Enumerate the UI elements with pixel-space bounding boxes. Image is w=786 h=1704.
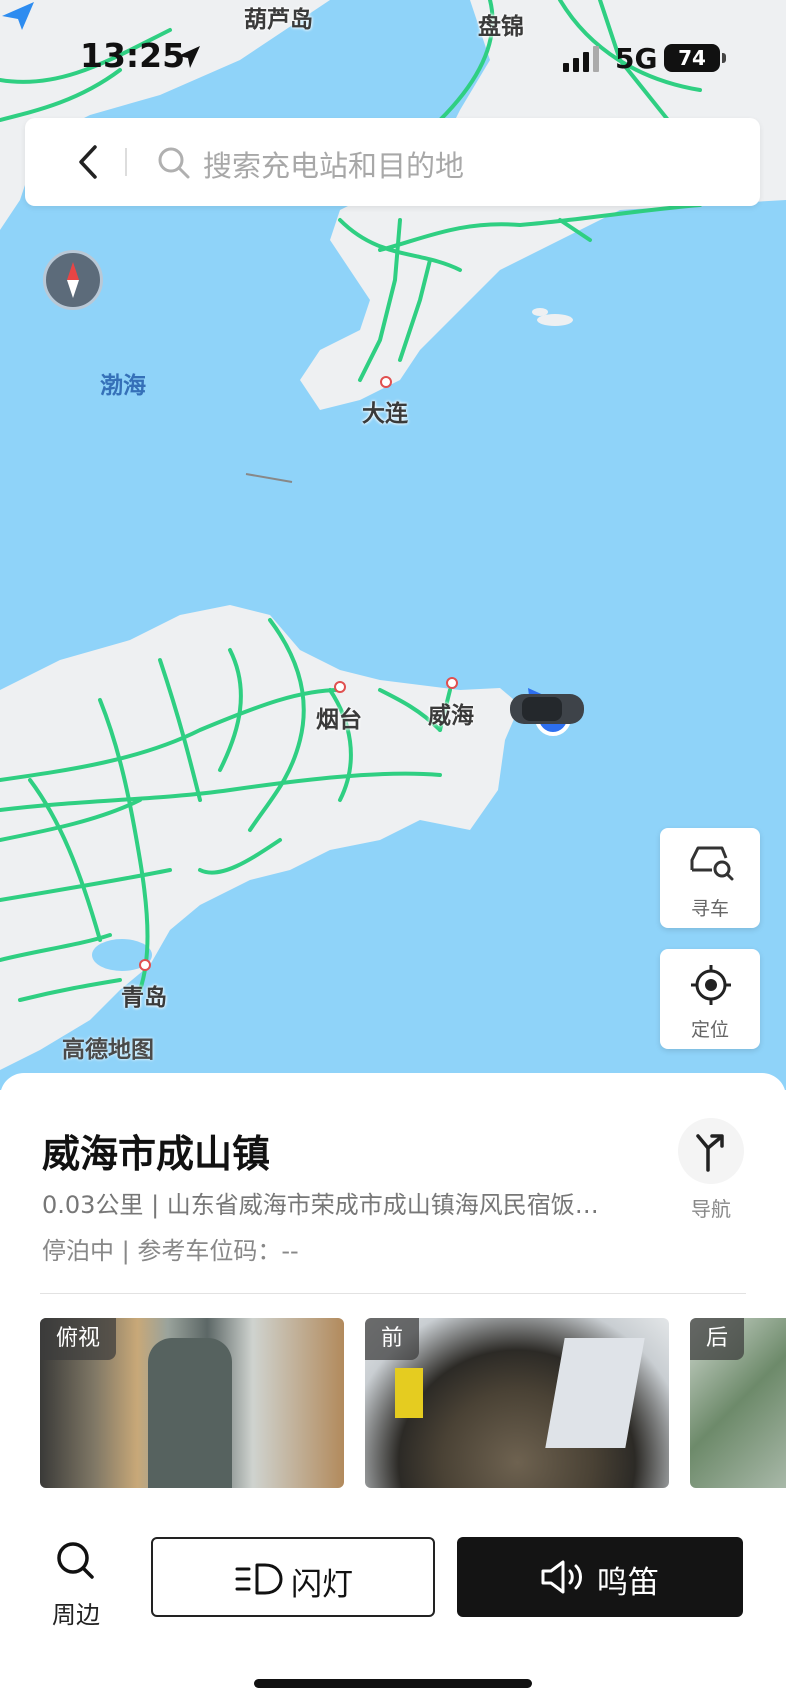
home-indicator[interactable] — [254, 1679, 532, 1688]
search-bar: 搜索充电站和目的地 — [25, 118, 760, 206]
person-image — [545, 1338, 645, 1448]
search-icon — [158, 147, 190, 179]
compass-button[interactable] — [43, 250, 103, 310]
navigate-label: 导航 — [691, 1197, 731, 1221]
find-car-button[interactable]: 寻车 — [660, 828, 760, 928]
camera-label-rear: 后 — [690, 1318, 745, 1360]
camera-thumb-top-view[interactable]: 俯视 — [40, 1318, 344, 1488]
find-car-label: 寻车 — [690, 898, 729, 920]
map-label-weihai: 威海 — [428, 703, 474, 729]
flash-lights-label: 闪灯 — [291, 1567, 353, 1603]
divider — [40, 1293, 746, 1294]
cellular-signal-icon — [563, 46, 599, 72]
camera-thumb-front[interactable]: 前 — [365, 1318, 669, 1488]
battery-tip — [722, 53, 726, 63]
navigate-turn-icon — [696, 1134, 724, 1172]
battery-icon: 74 — [664, 44, 720, 72]
parking-status: 停泊中 | 参考车位码：-- — [42, 1237, 299, 1265]
compass-icon — [67, 262, 79, 298]
headlight-icon — [235, 1563, 283, 1595]
honk-button[interactable]: 鸣笛 — [457, 1537, 743, 1617]
location-arrow-icon — [178, 46, 200, 68]
map-label-dalian: 大连 — [362, 401, 408, 427]
camera-label-top: 俯视 — [40, 1318, 117, 1360]
network-type: 5G — [615, 42, 658, 75]
place-address: 0.03公里 | 山东省威海市荣成市成山镇海风民宿饭… — [42, 1191, 599, 1219]
map-label-yantai: 烟台 — [316, 707, 362, 733]
car-roof-image — [148, 1338, 232, 1488]
search-input[interactable]: 搜索充电站和目的地 — [203, 143, 464, 185]
locate-button[interactable]: 定位 — [660, 949, 760, 1049]
action-bar: 周边 闪灯 鸣笛 — [0, 1535, 786, 1635]
navigate-button[interactable] — [678, 1118, 744, 1184]
search-around-icon — [57, 1542, 94, 1579]
amap-logo-text: 高德地图 — [62, 1037, 154, 1063]
speaker-icon — [541, 1560, 582, 1594]
flash-lights-button[interactable]: 闪灯 — [151, 1537, 435, 1617]
battery-level: 74 — [678, 46, 706, 70]
camera-thumb-rear[interactable]: 后 — [690, 1318, 786, 1488]
place-title: 威海市成山镇 — [42, 1132, 271, 1176]
map-label-qingdao: 青岛 — [121, 985, 167, 1011]
camera-label-front: 前 — [365, 1318, 420, 1360]
search-divider — [125, 148, 127, 176]
back-arrow-icon[interactable] — [77, 144, 99, 180]
around-label: 周边 — [52, 1601, 100, 1629]
honk-label: 鸣笛 — [597, 1565, 659, 1601]
locate-icon — [691, 965, 731, 1005]
car-marker-icon — [510, 688, 584, 736]
map-label-bohai: 渤海 — [100, 373, 146, 399]
yellow-bin-image — [395, 1368, 423, 1418]
status-time: 13:25 — [80, 36, 186, 75]
find-car-icon — [690, 846, 734, 881]
status-bar: 13:25 5G 74 — [0, 0, 786, 110]
locate-label: 定位 — [690, 1019, 729, 1041]
